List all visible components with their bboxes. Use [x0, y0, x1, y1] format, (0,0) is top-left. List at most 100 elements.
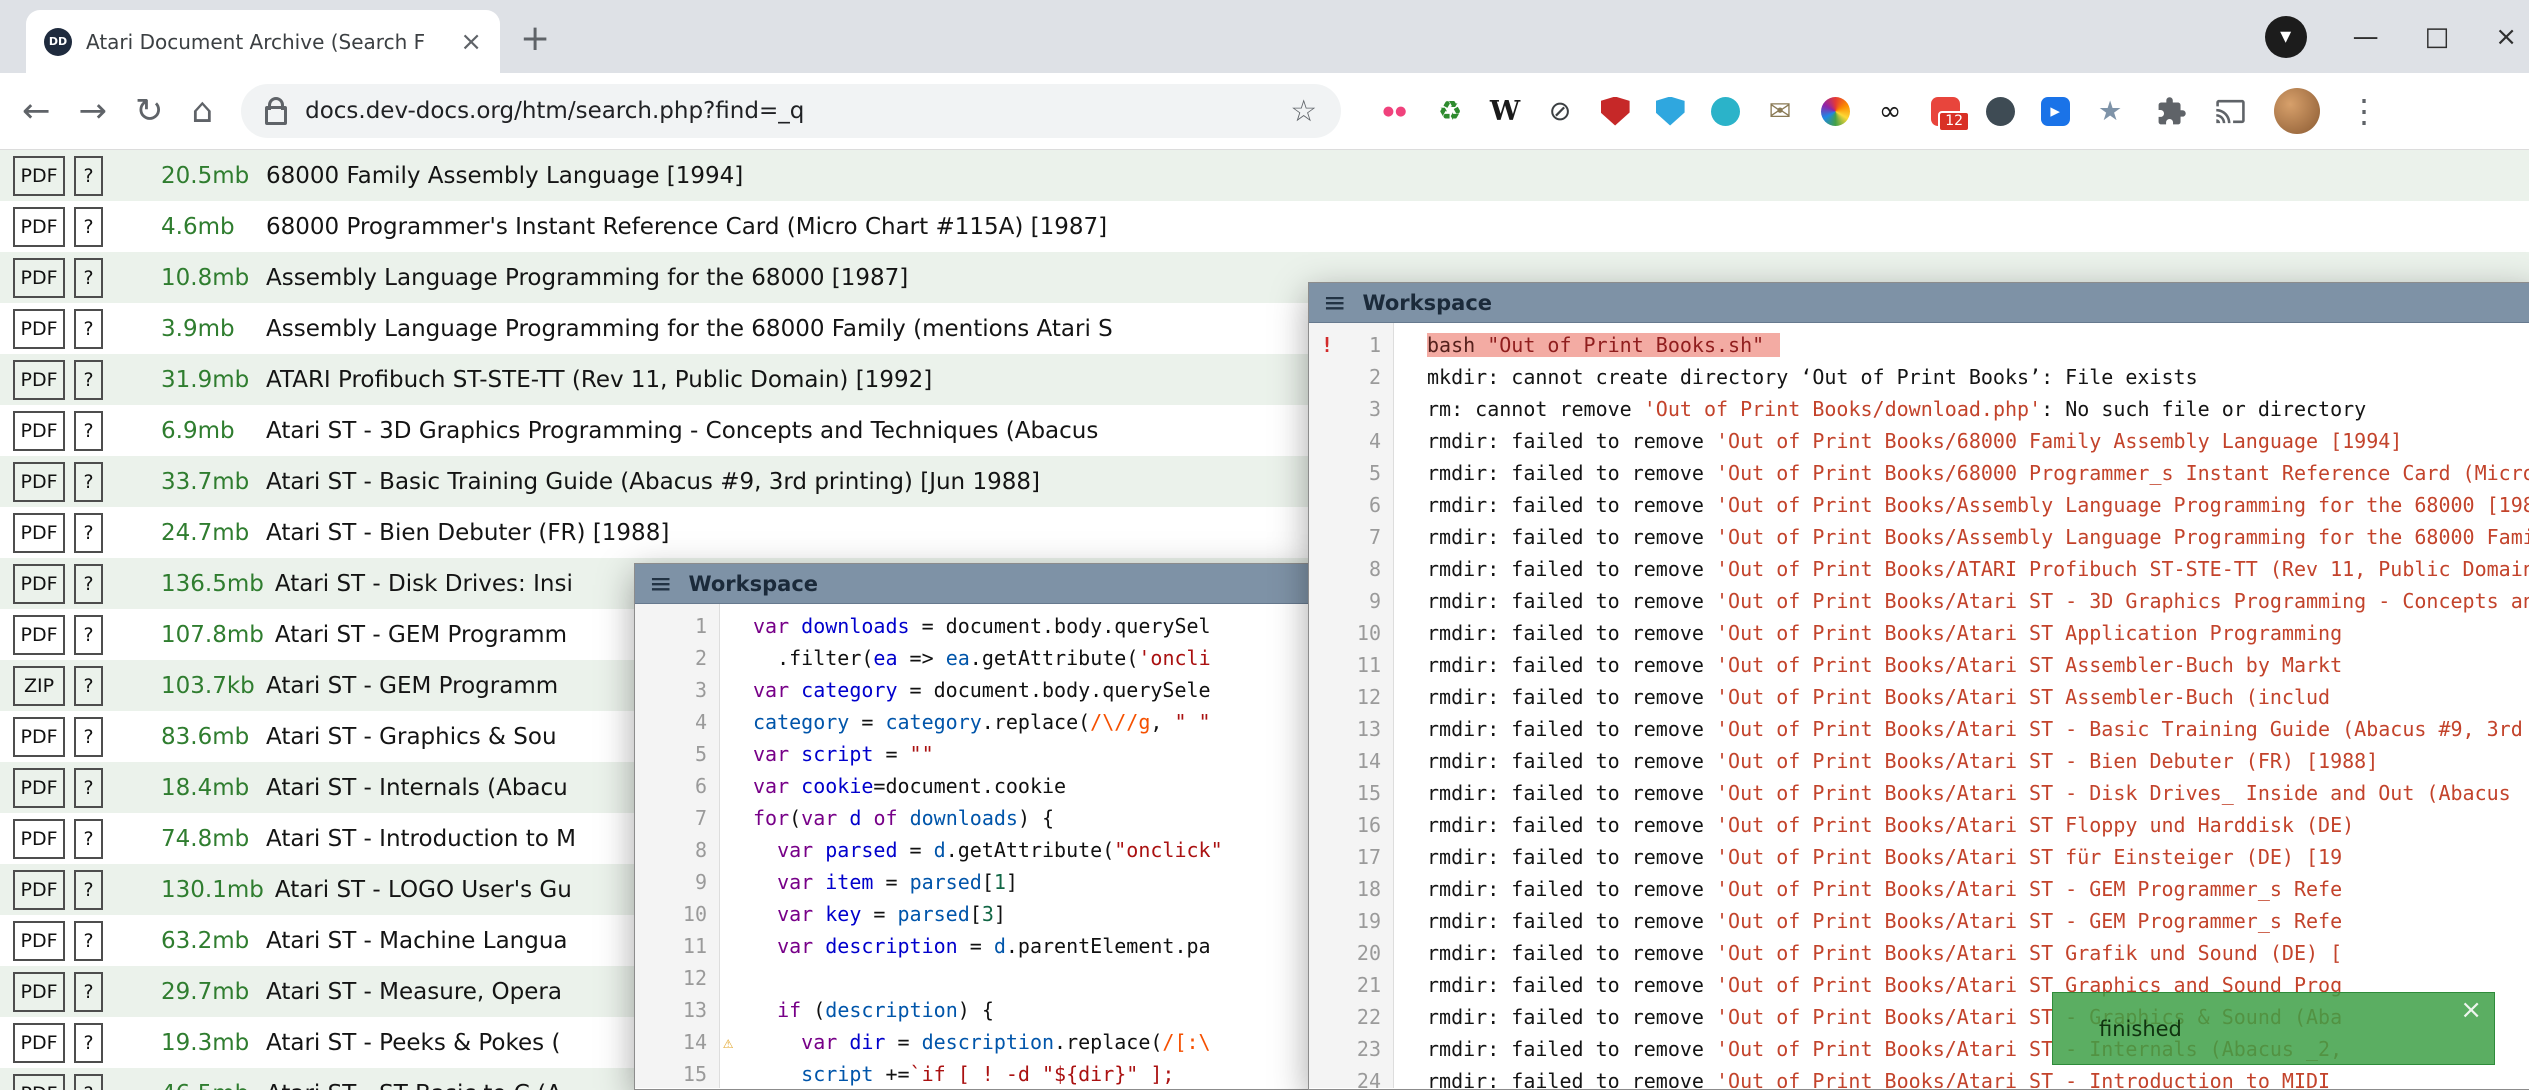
file-info-badge[interactable]: ? — [74, 258, 103, 298]
file-type-badge[interactable]: PDF — [13, 615, 65, 655]
profile-avatar[interactable] — [2274, 88, 2320, 134]
file-info-badge[interactable]: ? — [74, 819, 103, 859]
file-info-badge[interactable]: ? — [74, 207, 103, 247]
file-title: Atari ST - GEM Programm — [275, 622, 567, 648]
file-info-badge[interactable]: ? — [74, 462, 103, 502]
line-number: 17 — [1309, 841, 1381, 873]
line-number: 13 — [635, 994, 707, 1026]
line-number: 1 — [1309, 329, 1381, 361]
terminal-line: 9rmdir: failed to remove 'Out of Print B… — [1309, 585, 2529, 617]
file-info-badge[interactable]: ? — [74, 717, 103, 757]
workspace-code-window: ≡ Workspace 1var downloads = document.bo… — [634, 563, 1310, 1090]
tab-favicon-icon: DD — [44, 28, 72, 56]
video-camera-icon[interactable]: ▸ — [2037, 93, 2073, 129]
file-type-badge[interactable]: PDF — [13, 207, 65, 247]
line-number: 9 — [1309, 585, 1381, 617]
terminal-output[interactable]: !1bash "Out of Print Books.sh"2mkdir: ca… — [1309, 323, 2529, 1088]
menu-icon[interactable]: ≡ — [1323, 289, 1346, 317]
file-type-badge[interactable]: PDF — [13, 258, 65, 298]
file-type-badge[interactable]: PDF — [13, 1074, 65, 1090]
new-tab-button[interactable]: + — [520, 18, 550, 59]
browser-tab[interactable]: DD Atari Document Archive (Search F × — [26, 10, 500, 73]
media-controls-button[interactable]: ▾ — [2265, 16, 2307, 58]
maximize-button[interactable]: □ — [2425, 22, 2450, 52]
file-info-badge[interactable]: ? — [74, 156, 103, 196]
star-extension-icon[interactable]: ★ — [2092, 93, 2128, 129]
dark-app-icon[interactable] — [1982, 93, 2018, 129]
file-type-badge[interactable]: PDF — [13, 156, 65, 196]
file-type-badge[interactable]: PDF — [13, 1023, 65, 1063]
pinwheel-icon[interactable] — [1707, 93, 1743, 129]
url-bar[interactable]: docs.dev-docs.org/htm/search.php?find=_q… — [241, 84, 1341, 138]
file-size: 136.5mb — [161, 571, 264, 597]
browser-menu-button[interactable]: ⋮ — [2348, 92, 2380, 130]
flickr-icon[interactable]: ●● — [1377, 93, 1413, 129]
file-type-badge[interactable]: PDF — [13, 360, 65, 400]
colorwheel-icon[interactable] — [1817, 93, 1853, 129]
file-info-badge[interactable]: ? — [74, 972, 103, 1012]
file-row[interactable]: PDF?4.6mb68000 Programmer's Instant Refe… — [0, 201, 2529, 252]
minimize-button[interactable]: — — [2353, 22, 2379, 52]
mail-icon[interactable]: ✉ — [1762, 93, 1798, 129]
terminal-line: !1bash "Out of Print Books.sh" — [1309, 329, 2529, 361]
warning-icon: ⚠ — [723, 1027, 733, 1059]
file-type-badge[interactable]: PDF — [13, 411, 65, 451]
block-icon[interactable]: ⊘ — [1542, 93, 1578, 129]
forward-button[interactable]: → — [79, 94, 108, 128]
file-type-badge[interactable]: ZIP — [13, 666, 65, 706]
workspace-terminal-titlebar[interactable]: ≡ Workspace — [1309, 283, 2529, 323]
menu-icon[interactable]: ≡ — [649, 570, 672, 598]
file-type-badge[interactable]: PDF — [13, 309, 65, 349]
file-title: Atari ST - LOGO User's Gu — [275, 877, 572, 903]
bookmark-star-icon[interactable]: ☆ — [1290, 94, 1317, 129]
file-info-badge[interactable]: ? — [74, 1074, 103, 1090]
recycle-icon[interactable]: ♻ — [1432, 93, 1468, 129]
file-type-badge[interactable]: PDF — [13, 768, 65, 808]
toast-close-icon[interactable]: × — [2460, 995, 2482, 1025]
blue-shield-icon[interactable] — [1652, 93, 1688, 129]
back-button[interactable]: ← — [22, 94, 51, 128]
file-info-badge[interactable]: ? — [74, 1023, 103, 1063]
file-info-badge[interactable]: ? — [74, 411, 103, 451]
file-info-badge[interactable]: ? — [74, 615, 103, 655]
file-info-badge[interactable]: ? — [74, 564, 103, 604]
file-info-badge[interactable]: ? — [74, 921, 103, 961]
line-number: 4 — [635, 706, 707, 738]
file-info-badge[interactable]: ? — [74, 513, 103, 553]
cast-icon[interactable] — [2215, 96, 2246, 127]
file-type-badge[interactable]: PDF — [13, 462, 65, 502]
file-type-badge[interactable]: PDF — [13, 921, 65, 961]
chevron-down-icon: ▾ — [2280, 24, 2291, 49]
file-type-badge[interactable]: PDF — [13, 717, 65, 757]
terminal-line: 13rmdir: failed to remove 'Out of Print … — [1309, 713, 2529, 745]
file-row[interactable]: PDF?20.5mb68000 Family Assembly Language… — [0, 150, 2529, 201]
file-type-badge[interactable]: PDF — [13, 972, 65, 1012]
file-type-badge[interactable]: PDF — [13, 513, 65, 553]
tab-close-icon[interactable]: × — [460, 29, 482, 55]
file-info-badge[interactable]: ? — [74, 360, 103, 400]
terminal-line: 17rmdir: failed to remove 'Out of Print … — [1309, 841, 2529, 873]
close-button[interactable]: × — [2495, 22, 2517, 52]
code-line: 10 var key = parsed[3] — [635, 898, 1309, 930]
code-line: 4category = category.replace(/\//g, " " — [635, 706, 1309, 738]
file-title: Atari ST - Internals (Abacu — [266, 775, 568, 801]
file-info-badge[interactable]: ? — [74, 768, 103, 808]
terminal-line: 18rmdir: failed to remove 'Out of Print … — [1309, 873, 2529, 905]
line-number: 18 — [1309, 873, 1381, 905]
file-type-badge[interactable]: PDF — [13, 564, 65, 604]
file-type-badge[interactable]: PDF — [13, 870, 65, 910]
file-info-badge[interactable]: ? — [74, 666, 103, 706]
file-info-badge[interactable]: ? — [74, 309, 103, 349]
code-editor[interactable]: 1var downloads = document.body.querySel2… — [635, 604, 1309, 1088]
wikipedia-icon[interactable]: W — [1487, 93, 1523, 129]
workspace-code-titlebar[interactable]: ≡ Workspace — [635, 564, 1309, 604]
file-info-badge[interactable]: ? — [74, 870, 103, 910]
ublock-shield-icon[interactable] — [1597, 93, 1633, 129]
glasses-icon[interactable]: ∞ — [1872, 93, 1908, 129]
extensions-puzzle-icon[interactable] — [2156, 96, 2187, 127]
file-type-badge[interactable]: PDF — [13, 819, 65, 859]
extension-badge: 12 — [1938, 111, 1970, 132]
reload-button[interactable]: ↻ — [135, 94, 164, 128]
capture-icon[interactable]: 12 — [1927, 93, 1963, 129]
home-button[interactable]: ⌂ — [192, 94, 214, 128]
